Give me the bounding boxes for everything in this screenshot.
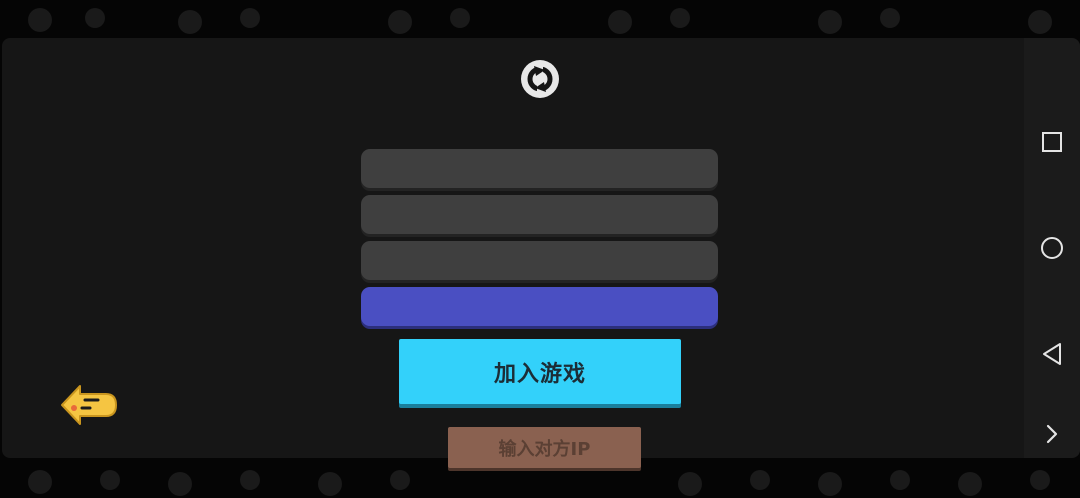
refresh-button[interactable]: [519, 58, 561, 100]
system-navigation-bar: [1024, 38, 1080, 458]
game-screen: 加入游戏 输入对方IP: [0, 0, 1080, 498]
room-field-1[interactable]: [361, 149, 718, 188]
chevron-right-icon: [1046, 424, 1058, 444]
refresh-icon: [521, 60, 559, 98]
back-button[interactable]: [58, 378, 120, 434]
enter-ip-button[interactable]: 输入对方IP: [448, 427, 641, 468]
home-button[interactable]: [1024, 226, 1080, 270]
join-game-button[interactable]: 加入游戏: [399, 339, 681, 404]
room-field-3[interactable]: [361, 241, 718, 280]
back-arrow-icon: [61, 385, 117, 425]
square-icon: [1042, 132, 1062, 152]
nav-back-button[interactable]: [1024, 332, 1080, 376]
enter-ip-label: 输入对方IP: [498, 438, 591, 460]
recents-button[interactable]: [1024, 120, 1080, 164]
triangle-back-icon: [1043, 343, 1061, 365]
circle-icon: [1041, 237, 1063, 259]
join-game-label: 加入游戏: [493, 361, 586, 387]
nav-more-button[interactable]: [1024, 412, 1080, 456]
room-field-2[interactable]: [361, 195, 718, 234]
selected-room-field[interactable]: [361, 287, 718, 326]
